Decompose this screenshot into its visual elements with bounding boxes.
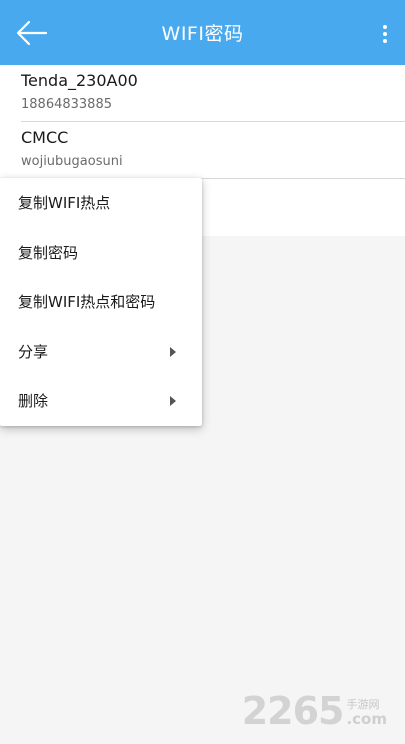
menu-item-delete[interactable]: 删除: [0, 376, 202, 426]
menu-item-label: 删除: [18, 392, 49, 411]
menu-item-copy-password[interactable]: 复制密码: [0, 228, 202, 278]
page-title: WIFI密码: [161, 23, 244, 45]
menu-item-label: 分享: [18, 342, 49, 361]
wifi-list-item[interactable]: Tenda_230A00 18864833885: [0, 65, 405, 122]
submenu-arrow-icon: [170, 396, 176, 407]
watermark-number: 2265: [241, 689, 345, 733]
wifi-password: wojiubugaosuni: [21, 154, 123, 169]
more-vert-icon: [383, 25, 387, 29]
menu-item-copy-ssid[interactable]: 复制WIFI热点: [0, 178, 202, 228]
app-bar: WIFI密码: [0, 0, 405, 65]
watermark-site-en: .com: [346, 710, 387, 728]
menu-item-label: 复制WIFI热点和密码: [18, 293, 156, 312]
watermark-logo: 2265 手游网 .com: [242, 692, 387, 730]
submenu-arrow-icon: [170, 346, 176, 357]
wifi-password: 18864833885: [21, 97, 112, 112]
menu-item-copy-ssid-and-password[interactable]: 复制WIFI热点和密码: [0, 277, 202, 327]
wifi-list-item[interactable]: CMCC wojiubugaosuni: [0, 122, 405, 179]
wifi-ssid: CMCC: [21, 128, 69, 147]
menu-item-label: 复制密码: [18, 243, 79, 262]
more-options-button[interactable]: [373, 18, 397, 50]
wifi-ssid: Tenda_230A00: [21, 71, 138, 90]
menu-item-share[interactable]: 分享: [0, 327, 202, 377]
menu-item-label: 复制WIFI热点: [18, 194, 111, 212]
context-menu: 复制WIFI热点 复制密码 复制WIFI热点和密码 分享 删除: [0, 178, 202, 426]
